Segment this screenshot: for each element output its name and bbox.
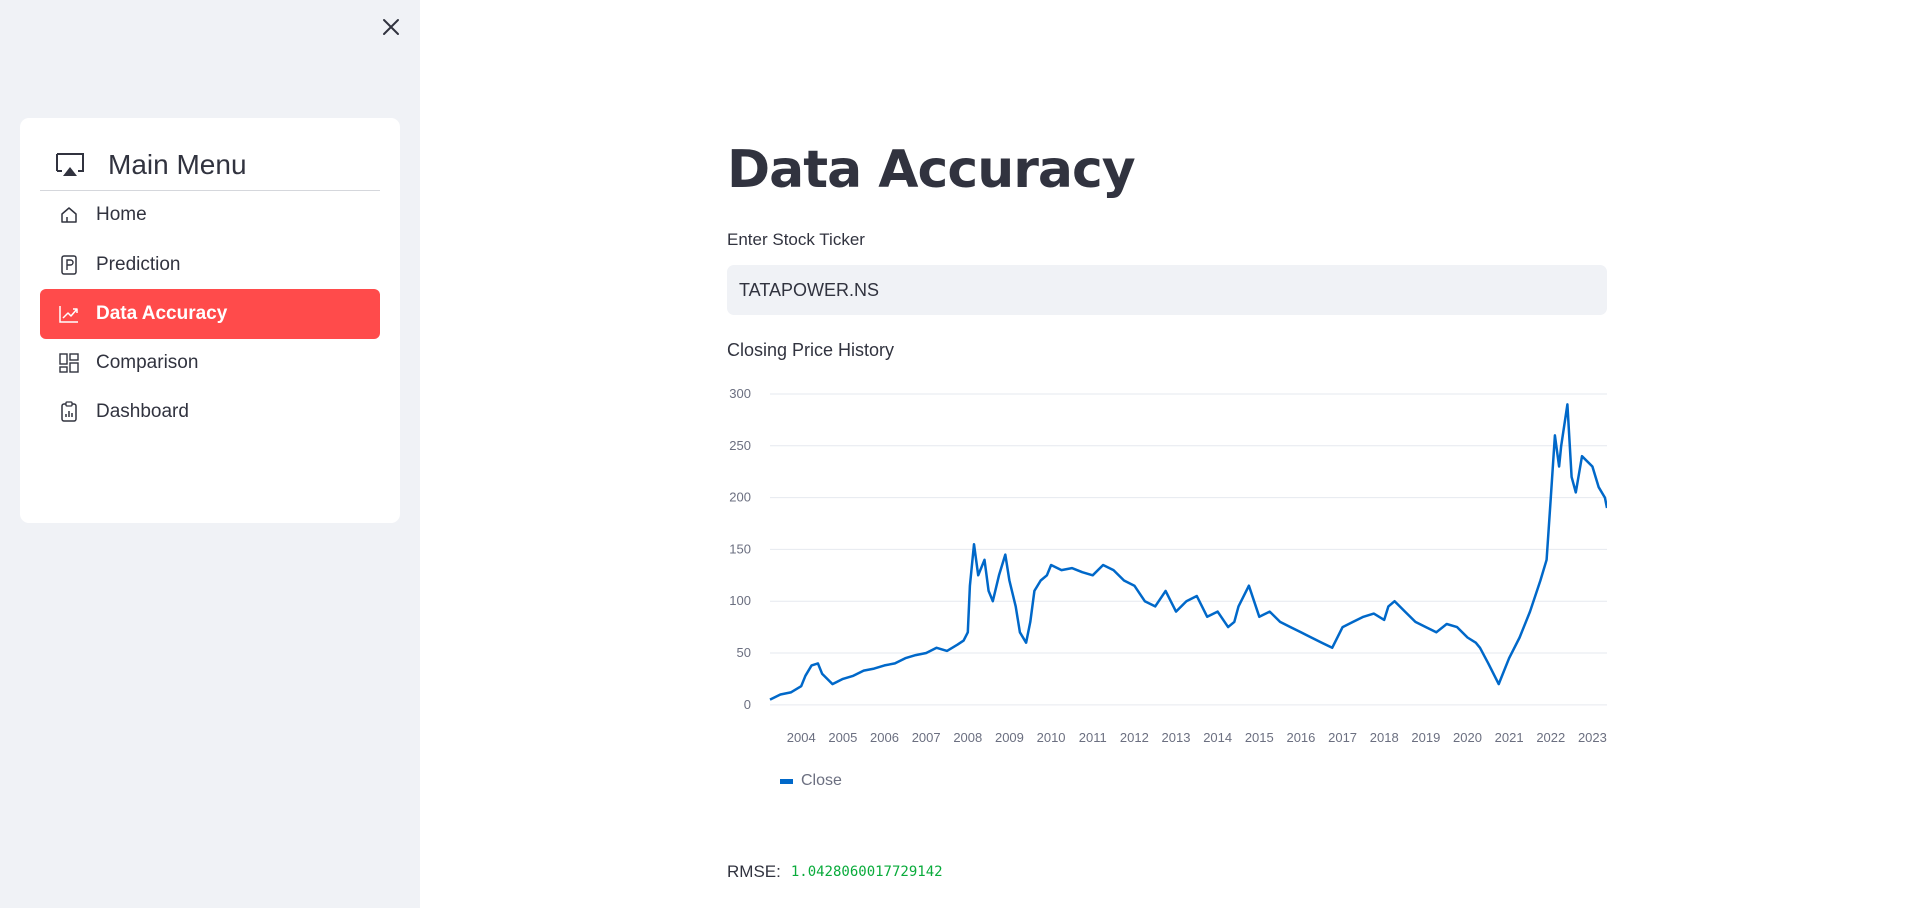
- x-tick-label: 2018: [1370, 730, 1399, 745]
- x-tick-label: 2005: [828, 730, 857, 745]
- rmse-label: RMSE:: [727, 862, 781, 881]
- sidebar-item-label: Home: [96, 204, 147, 225]
- x-tick-label: 2014: [1203, 730, 1232, 745]
- ticker-input[interactable]: [727, 265, 1607, 315]
- sidebar-item-home[interactable]: Home: [40, 190, 380, 240]
- x-tick-label: 2011: [1079, 730, 1107, 745]
- rmse-value: 1.0428060017729142: [790, 864, 943, 880]
- chart-svg: 0 50 100 150 200 250 300 2004 2005 2006 2007 2008 20…: [729, 386, 1607, 745]
- x-tick-label: 2006: [870, 730, 899, 745]
- x-tick-label: 2020: [1453, 730, 1482, 745]
- y-tick-label: 250: [729, 438, 751, 453]
- x-tick-label: 2017: [1328, 730, 1357, 745]
- sidebar-item-data-accuracy[interactable]: Data Accuracy: [40, 289, 380, 339]
- sidebar: Main Menu Home Prediction Data Accuracy: [0, 0, 420, 908]
- x-tick-label: 2021: [1495, 730, 1524, 745]
- sidebar-item-label: Prediction: [96, 254, 181, 275]
- close-icon: [383, 19, 399, 35]
- legend-label: Close: [801, 772, 842, 789]
- sidebar-item-label: Data Accuracy: [96, 303, 228, 324]
- x-tick-label: 2009: [995, 730, 1024, 745]
- x-tick-label: 2007: [912, 730, 941, 745]
- closing-price-chart: 0 50 100 150 200 250 300 2004 2005 2006 2007 2008 20…: [727, 380, 1607, 800]
- x-tick-label: 2013: [1162, 730, 1191, 745]
- menu-header: Main Menu: [40, 140, 380, 191]
- clipboard-data-icon: [58, 401, 80, 423]
- x-tick-label: 2022: [1536, 730, 1565, 745]
- x-tick-label: 2010: [1037, 730, 1066, 745]
- x-tick-label: 2016: [1286, 730, 1315, 745]
- y-tick-label: 100: [729, 593, 751, 608]
- sidebar-item-prediction[interactable]: Prediction: [40, 240, 380, 290]
- page-title: Data Accuracy: [727, 140, 1136, 200]
- legend-swatch: [780, 778, 793, 784]
- y-tick-label: 300: [729, 386, 751, 401]
- x-tick-label: 2019: [1411, 730, 1440, 745]
- close-sidebar-button[interactable]: [376, 12, 406, 42]
- graph-up-icon: [58, 303, 80, 325]
- x-tick-label: 2012: [1120, 730, 1149, 745]
- sidebar-item-label: Comparison: [96, 352, 199, 373]
- x-tick-label: 2015: [1245, 730, 1274, 745]
- y-tick-label: 150: [729, 541, 751, 556]
- series-line-close[interactable]: [769, 403, 1607, 701]
- sidebar-item-comparison[interactable]: Comparison: [40, 338, 380, 388]
- p-square-icon: [58, 254, 80, 276]
- rmse-readout: RMSE: 1.0428060017729142: [727, 862, 943, 882]
- y-tick-label: 200: [729, 490, 751, 505]
- x-tick-label: 2008: [953, 730, 982, 745]
- main-menu: Main Menu Home Prediction Data Accuracy: [20, 118, 400, 523]
- sidebar-item-dashboard[interactable]: Dashboard: [40, 387, 380, 437]
- chart-legend[interactable]: Close: [780, 772, 842, 790]
- house-icon: [58, 204, 80, 226]
- x-tick-label: 2004: [787, 730, 816, 745]
- grid-icon: [58, 352, 80, 374]
- y-tick-label: 50: [737, 645, 751, 660]
- menu-title: Main Menu: [108, 149, 247, 180]
- ticker-label: Enter Stock Ticker: [727, 230, 865, 249]
- sidebar-item-label: Dashboard: [96, 401, 189, 422]
- chart-title: Closing Price History: [727, 340, 895, 360]
- y-tick-label: 0: [744, 697, 751, 712]
- cast-icon: [56, 153, 84, 176]
- x-tick-label: 2023: [1578, 730, 1607, 745]
